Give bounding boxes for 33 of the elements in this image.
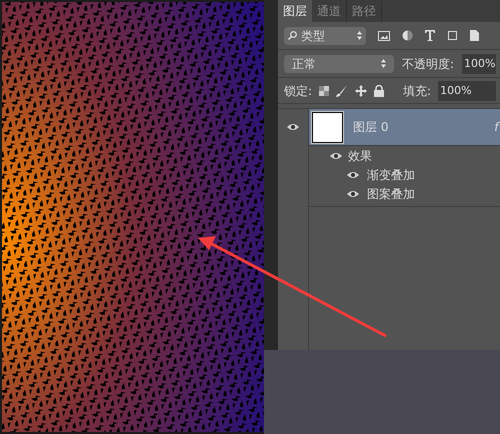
eye-icon[interactable] (330, 152, 342, 160)
circle-icon[interactable] (402, 30, 413, 41)
opacity-label: 不透明度: (402, 56, 454, 72)
effects-label: 效果 (348, 148, 372, 164)
blend-mode-dropdown[interactable]: 正常 (284, 54, 394, 72)
eye-icon[interactable] (347, 190, 359, 198)
fx-label: f (494, 119, 500, 136)
checkerboard-icon[interactable] (319, 86, 330, 96)
lock-icon[interactable] (374, 84, 384, 96)
shape-icon[interactable] (447, 30, 458, 41)
effect-name: 渐变叠加 (367, 166, 415, 184)
document-icon[interactable] (470, 30, 479, 41)
layer-row[interactable]: 图层 0 f (309, 109, 500, 146)
panel-tab[interactable]: 通道 (312, 0, 347, 22)
effect-name: 图案叠加 (367, 186, 415, 202)
panel-tab[interactable]: 图层 (278, 0, 312, 22)
fill-field[interactable]: 100% (438, 80, 496, 100)
search-icon (288, 31, 297, 40)
image-icon[interactable] (378, 30, 390, 40)
filter-dropdown[interactable]: 类型 (284, 26, 366, 44)
eye-icon[interactable] (287, 123, 299, 131)
layer-thumbnail (312, 112, 343, 142)
opacity-field[interactable]: 100% (462, 54, 496, 74)
brush-icon[interactable] (336, 84, 348, 96)
stepper-icon (381, 59, 386, 68)
lock-label: 锁定: (284, 82, 312, 100)
move-icon[interactable] (355, 84, 368, 96)
text-icon[interactable] (425, 30, 435, 41)
fill-label: 填充: (403, 82, 432, 100)
eye-icon[interactable] (347, 170, 359, 178)
stepper-icon (357, 31, 362, 40)
panel-tab[interactable]: 路径 (347, 0, 382, 22)
layer-name: 图层 0 (353, 119, 390, 136)
